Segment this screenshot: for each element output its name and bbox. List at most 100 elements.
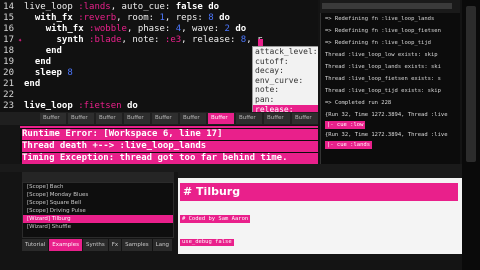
autocomplete-item[interactable]: decay: bbox=[253, 66, 318, 76]
buffer-tab[interactable]: Buffer 2 bbox=[96, 113, 122, 132]
help-list-item[interactable]: [Scope] Monday Blues bbox=[23, 191, 173, 199]
scroll-thumb[interactable] bbox=[466, 6, 476, 162]
code-line: 20 sleep 8 bbox=[0, 68, 73, 79]
help-tabs: Tutorial Examples Synths Fx Samples Lang bbox=[22, 239, 174, 251]
code-token: false bbox=[175, 2, 203, 12]
log-panel[interactable]: => Redefining fn :live_loop_lands => Rede… bbox=[320, 13, 460, 165]
log-line: Thread :live_loop_low exists: skip bbox=[325, 52, 438, 58]
code-token: :fietsen bbox=[78, 101, 122, 111]
code-token: , auto_cue: bbox=[110, 2, 176, 12]
code-token: , room: bbox=[116, 13, 160, 23]
autocomplete-item[interactable]: attack_level: bbox=[253, 47, 318, 57]
code-token: 8 bbox=[67, 68, 73, 78]
doc-code: use_debug falseload_samples :guit_em9, :… bbox=[178, 228, 462, 254]
doc-code-line: use_debug false bbox=[178, 228, 462, 247]
code-token: end bbox=[45, 46, 62, 56]
buffer-tab[interactable]: Buffer 6 bbox=[208, 113, 234, 132]
line-number: 20 bbox=[3, 68, 14, 78]
code-line: 22 bbox=[0, 90, 24, 101]
code-line: 21 end bbox=[0, 79, 40, 90]
autocomplete-item[interactable]: cutoff: bbox=[253, 57, 318, 67]
line-number: 23 bbox=[3, 101, 14, 111]
buffer-tab[interactable]: Buffer 9 bbox=[292, 113, 318, 132]
doc-code-text: use_debug false bbox=[180, 239, 234, 246]
code-token: synth bbox=[56, 35, 84, 45]
log-line: => Completed run 228 bbox=[325, 100, 392, 106]
help-tab[interactable]: Samples bbox=[122, 239, 152, 251]
code-line: 18 end bbox=[0, 46, 62, 57]
line-number: 16 bbox=[3, 24, 14, 34]
help-list-item[interactable]: [Wizard] Shuffle bbox=[23, 223, 173, 231]
help-list-item[interactable]: [Scope] Square Bell bbox=[23, 199, 173, 207]
code-token: do bbox=[208, 2, 220, 12]
help-tab[interactable]: Examples bbox=[49, 239, 82, 251]
buffer-tab[interactable]: Buffer 3 bbox=[124, 113, 150, 132]
buffer-tab[interactable]: Buffer 1 bbox=[68, 113, 94, 132]
log-cue-line: |- cue :lands bbox=[321, 141, 460, 149]
code-line: 23 live_loop :fietsen do bbox=[0, 101, 138, 112]
code-line: 17 ✦ synth :blade, note: :e3, release: 8,… bbox=[0, 35, 262, 46]
autocomplete-popup[interactable]: attack_level: cutoff: decay: env_curve: note… bbox=[252, 46, 318, 112]
code-token: with_fx bbox=[45, 24, 84, 34]
autocomplete-item[interactable]: release: bbox=[253, 104, 318, 112]
log-line: => Redefining fn :live_loop_tijd bbox=[325, 40, 431, 46]
code-token: with_fx bbox=[34, 13, 73, 23]
help-divider bbox=[0, 164, 462, 172]
help-list[interactable]: [Scope] Bach [Scope] Monday Blues [Scope] … bbox=[22, 182, 174, 238]
log-line: => Redefining fn :live_loop_lands bbox=[325, 16, 435, 22]
help-list-item[interactable]: [Scope] Driving Pulse bbox=[23, 207, 173, 215]
code-token: live_loop bbox=[24, 2, 79, 12]
buffer-tab[interactable]: Buffer 0 bbox=[40, 113, 66, 132]
line-number: 22 bbox=[3, 90, 14, 100]
buffer-tab[interactable]: Buffer 5 bbox=[180, 113, 206, 132]
log-cue-badge: |- cue :low bbox=[325, 121, 366, 129]
code-line: 16 with_fx :wobble, phase: 4, wave: 2 do bbox=[0, 24, 246, 35]
line-number: 17 bbox=[3, 35, 14, 45]
scrollbar[interactable] bbox=[462, 0, 480, 270]
help-tab[interactable]: Fx bbox=[108, 239, 122, 251]
autocomplete-item[interactable]: env_curve: bbox=[253, 76, 318, 86]
code-token: , note: bbox=[121, 35, 165, 45]
error-panel: Runtime Error: [Workspace 6, line 17] Th… bbox=[20, 126, 318, 164]
code-token: :reverb bbox=[78, 13, 117, 23]
code-token: do bbox=[126, 101, 138, 111]
code-token: :blade bbox=[89, 35, 122, 45]
code-editor[interactable]: 14 live_loop :lands, auto_cue: false do 15… bbox=[0, 0, 318, 112]
log-line: Thread :live_loop_tijd exists: skip bbox=[325, 88, 441, 94]
code-token: , release: bbox=[181, 35, 241, 45]
code-token: sleep bbox=[34, 68, 62, 78]
code-token: :lands bbox=[78, 2, 111, 12]
code-token: live_loop bbox=[24, 101, 73, 111]
buffer-tab[interactable]: Buffer 8 bbox=[264, 113, 290, 132]
log-title-bar bbox=[322, 3, 452, 9]
help-tab[interactable]: Synths bbox=[82, 239, 108, 251]
line-number: 19 bbox=[3, 57, 14, 67]
buffer-tabs: Buffer 0Buffer 1Buffer 2Buffer 3Buffer 4… bbox=[0, 112, 318, 132]
log-line: Thread :live_loop_lands exists: ski bbox=[325, 64, 441, 70]
log-cue-line: |- cue :low bbox=[321, 121, 460, 129]
log-line: {Run 32, Time 1272.3894, Thread :live bbox=[325, 112, 448, 118]
code-token: , phase: bbox=[126, 24, 176, 34]
code-line: 19 end bbox=[0, 57, 51, 68]
code-line: 14 live_loop :lands, auto_cue: false do bbox=[0, 2, 219, 13]
autocomplete-item[interactable]: note: bbox=[253, 85, 318, 95]
buffer-tab[interactable]: Buffer 4 bbox=[152, 113, 178, 132]
help-tab[interactable]: Tutorial bbox=[22, 239, 49, 251]
log-line: => Redefining fn :live_loop_fietsen bbox=[325, 28, 441, 34]
log-toolbar bbox=[320, 0, 460, 13]
doc-viewer[interactable]: # Tilburg # Coded by Sam Aaron use_debug… bbox=[178, 172, 462, 254]
buffer-tab[interactable]: Buffer 7 bbox=[236, 113, 262, 132]
autocomplete-item[interactable]: pan: bbox=[253, 95, 318, 105]
error-title: Runtime Error: [Workspace 6, line 17] bbox=[22, 129, 318, 140]
help-list-item[interactable]: [Scope] Bach bbox=[23, 183, 173, 191]
line-number: 14 bbox=[3, 2, 14, 12]
doc-title: # Tilburg bbox=[180, 183, 458, 201]
log-cue-badge: |- cue :lands bbox=[325, 141, 373, 149]
help-tab[interactable]: Lang bbox=[152, 239, 173, 251]
help-list-item[interactable]: [Wizard] Tilburg bbox=[23, 215, 173, 223]
